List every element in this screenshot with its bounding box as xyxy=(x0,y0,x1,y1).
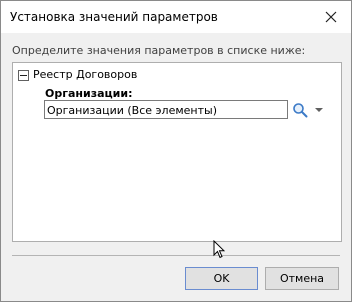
organizations-field-value: Организации (Все элементы) xyxy=(47,104,218,117)
search-icon[interactable] xyxy=(292,102,308,118)
cancel-button[interactable]: Отмена xyxy=(265,267,339,290)
param-label: Организации: xyxy=(45,87,133,100)
chevron-down-icon[interactable] xyxy=(315,107,323,113)
tree-node-label[interactable]: Реестр Договоров xyxy=(33,68,137,81)
dialog-window: Установка значений параметров Определите… xyxy=(0,0,352,302)
instruction-text: Определите значения параметров в списке … xyxy=(12,44,306,57)
collapse-toggle-icon[interactable] xyxy=(18,70,29,81)
organizations-field[interactable]: Организации (Все элементы) xyxy=(44,100,288,119)
mouse-pointer-icon xyxy=(213,240,225,259)
footer-separator xyxy=(12,255,340,256)
parameters-panel: Реестр Договоров Организации: Организаци… xyxy=(12,62,342,242)
dialog-title: Установка значений параметров xyxy=(10,10,218,24)
title-bar: Установка значений параметров xyxy=(1,1,351,33)
close-icon xyxy=(325,11,337,23)
close-button[interactable] xyxy=(321,7,341,27)
ok-button[interactable]: OK xyxy=(185,267,258,290)
